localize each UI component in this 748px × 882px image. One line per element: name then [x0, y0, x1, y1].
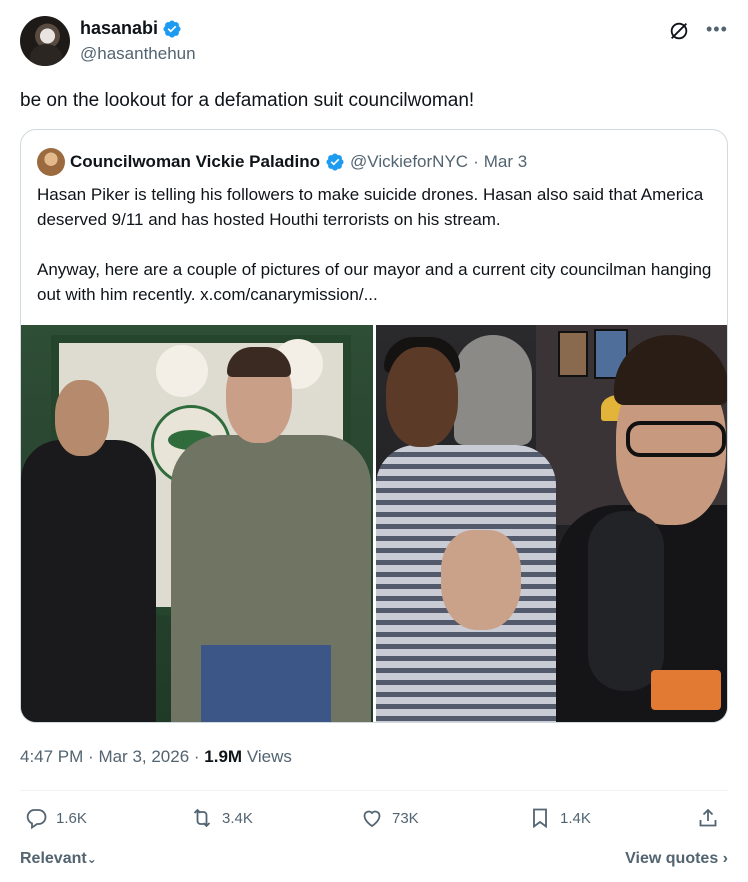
- more-icon[interactable]: •••: [706, 20, 728, 42]
- meta-separator: ·: [193, 747, 205, 766]
- photo-person: [21, 440, 156, 722]
- quoted-media: [21, 325, 727, 722]
- quoted-display-name[interactable]: Councilwoman Vickie Paladino: [70, 152, 320, 172]
- share-icon: [699, 808, 717, 827]
- repost-button[interactable]: 3.4K: [190, 806, 253, 830]
- photo-shirt-print: [651, 670, 721, 710]
- bookmark-icon: [533, 808, 547, 829]
- share-button[interactable]: [696, 806, 720, 830]
- like-count: 73K: [392, 809, 419, 827]
- divider: [20, 790, 728, 791]
- quoted-handle[interactable]: @VickieforNYC: [350, 152, 468, 172]
- quoted-separator: ·: [473, 152, 479, 171]
- sort-label: Relevant: [20, 850, 87, 867]
- reply-icon: [26, 809, 47, 830]
- photo-hand: [441, 530, 521, 630]
- views-label: Views: [246, 747, 292, 766]
- author-name-row: hasanabi: [80, 18, 182, 39]
- views-count: 1.9M: [204, 747, 243, 766]
- photo-lamp: [156, 345, 208, 397]
- photo-person-head: [386, 347, 458, 447]
- reply-count: 1.6K: [56, 809, 87, 827]
- bookmark-button[interactable]: 1.4K: [528, 806, 591, 830]
- quoted-avatar[interactable]: [37, 148, 65, 176]
- like-button[interactable]: 73K: [360, 806, 419, 830]
- chevron-right-icon: ›: [722, 850, 728, 867]
- bookmark-count: 1.4K: [560, 809, 591, 827]
- author-handle[interactable]: @hasanthehun: [80, 44, 196, 64]
- quoted-body: Hasan Piker is telling his followers to …: [37, 182, 717, 332]
- photo-jeans: [201, 645, 331, 722]
- grok-icon[interactable]: [668, 20, 690, 42]
- replies-toolbar: Relevant⌄ View quotes ›: [20, 850, 728, 872]
- media-photo-right[interactable]: [376, 325, 727, 722]
- repost-count: 3.4K: [222, 809, 253, 827]
- quoted-tweet[interactable]: Councilwoman Vickie Paladino @VickieforN…: [20, 129, 728, 723]
- tweet-header: hasanabi @hasanthehun •••: [20, 16, 728, 68]
- like-icon: [363, 810, 381, 828]
- photo-figure: [454, 335, 532, 445]
- tweet-text: be on the lookout for a defamation suit …: [20, 90, 475, 111]
- reply-button[interactable]: 1.6K: [24, 806, 87, 830]
- photo-glasses: [626, 421, 726, 457]
- sort-dropdown[interactable]: Relevant⌄: [20, 850, 97, 868]
- photo-person-hair: [227, 347, 291, 377]
- author-avatar[interactable]: [20, 16, 70, 66]
- chevron-down-icon: ⌄: [86, 852, 97, 866]
- quoted-header: Councilwoman Vickie Paladino @VickieforN…: [37, 148, 527, 176]
- quoted-date[interactable]: Mar 3: [484, 152, 527, 172]
- verified-badge-icon: [326, 153, 344, 171]
- action-bar: 1.6K 3.4K 73K 1.4K: [20, 806, 728, 838]
- view-quotes-label: View quotes: [625, 850, 719, 867]
- author-display-name[interactable]: hasanabi: [80, 18, 158, 39]
- tweet-time[interactable]: 4:47 PM: [20, 747, 83, 766]
- photo-microphone: [588, 511, 664, 691]
- tweet-date[interactable]: Mar 3, 2026: [98, 747, 189, 766]
- meta-separator: ·: [88, 747, 99, 766]
- quoted-paragraph-1: Hasan Piker is telling his followers to …: [37, 185, 704, 229]
- photo-person-head: [55, 380, 109, 456]
- media-photo-left[interactable]: [21, 325, 373, 722]
- photo-poster: [558, 331, 588, 377]
- quoted-paragraph-2: Anyway, here are a couple of pictures of…: [37, 260, 712, 304]
- verified-badge-icon: [163, 19, 181, 38]
- repost-icon: [193, 808, 211, 828]
- view-quotes-link[interactable]: View quotes ›: [625, 850, 728, 868]
- tweet-meta: 4:47 PM · Mar 3, 2026 · 1.9M Views: [20, 747, 292, 767]
